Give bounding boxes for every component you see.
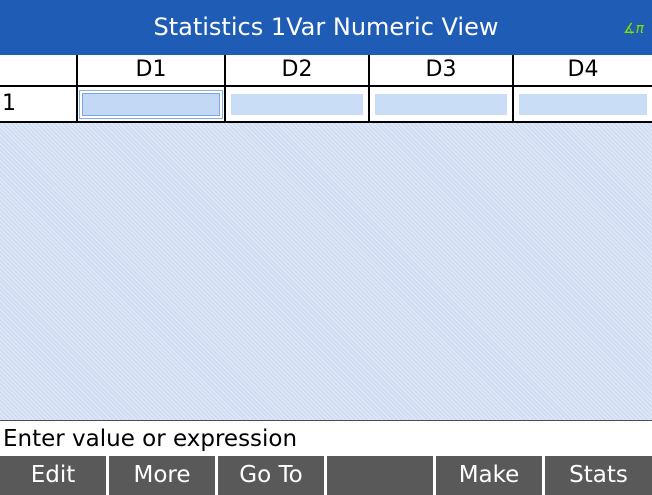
empty-grid-area[interactable] — [0, 87, 652, 420]
table-row: 1 — [0, 87, 652, 123]
column-header-d1[interactable]: D1 — [76, 55, 224, 85]
cell-d4-row-1[interactable] — [512, 87, 652, 121]
cell-highlight — [375, 94, 507, 115]
column-header-d4[interactable]: D4 — [512, 55, 652, 85]
column-header-d3[interactable]: D3 — [368, 55, 512, 85]
make-button[interactable]: Make — [436, 456, 542, 495]
column-header-row: D1 D2 D3 D4 — [0, 55, 652, 87]
empty-menu-button[interactable] — [327, 456, 433, 495]
cell-selection-highlight — [79, 90, 223, 119]
row-index: 1 — [2, 91, 16, 116]
angle-mode-icon: ∡π — [623, 21, 644, 37]
stats-button[interactable]: Stats — [545, 456, 652, 495]
cell-d1-row-1[interactable] — [76, 87, 224, 121]
title-bar: Statistics 1Var Numeric View ∡π — [0, 0, 652, 55]
cell-d2-row-1[interactable] — [224, 87, 368, 121]
go-to-button[interactable]: Go To — [218, 456, 324, 495]
more-button[interactable]: More — [109, 456, 215, 495]
menu-bar: Edit More Go To Make Stats — [0, 456, 652, 495]
cell-d3-row-1[interactable] — [368, 87, 512, 121]
status-line: Enter value or expression — [0, 420, 652, 456]
page-title: Statistics 1Var Numeric View — [153, 13, 499, 41]
edit-button[interactable]: Edit — [0, 456, 106, 495]
cell-highlight — [231, 94, 363, 115]
column-header-d2[interactable]: D2 — [224, 55, 368, 85]
cell-highlight — [519, 94, 647, 115]
